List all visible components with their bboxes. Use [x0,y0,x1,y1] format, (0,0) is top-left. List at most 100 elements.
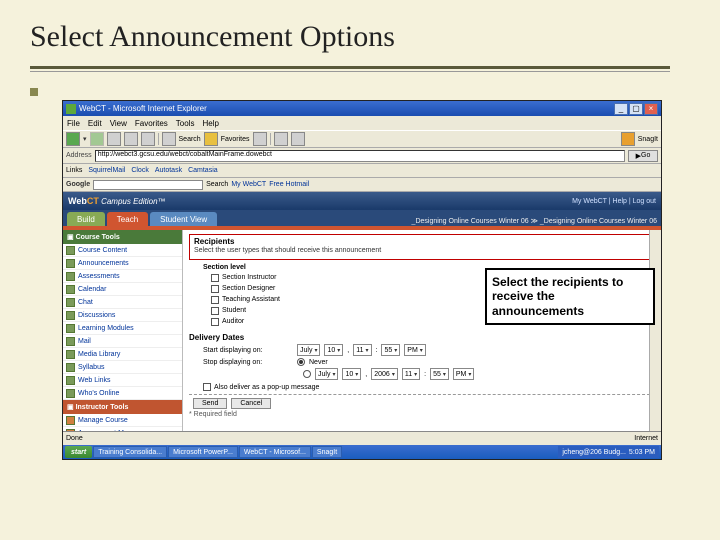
taskbar-item[interactable]: Microsoft PowerP... [168,446,238,458]
webct-header-links[interactable]: My WebCT | Help | Log out [572,198,656,205]
sidebar-item-course-content[interactable]: Course Content [63,244,182,257]
browser-statusbar: DoneInternet [63,431,661,445]
checkbox-popup[interactable] [203,383,211,391]
start-min-select[interactable]: 55 [381,344,400,356]
radio-on-date[interactable] [303,370,311,378]
assess-icon [66,272,75,281]
close-button[interactable]: × [644,103,658,115]
sidebar-item-web-links[interactable]: Web Links [63,374,182,387]
stop-date-row-2: July 10, 2006 11: 55 PM [303,368,655,380]
go-button[interactable]: ▶ Go [628,150,658,162]
link-item[interactable]: Autotask [155,167,182,174]
menu-edit[interactable]: Edit [88,119,102,128]
maximize-button[interactable]: ▢ [629,103,643,115]
sidebar-item-assessment-manager[interactable]: Assessment Manager [63,427,182,431]
tab-teach[interactable]: Teach [107,212,148,226]
taskbar-item[interactable]: SnagIt [312,446,342,458]
checkbox-auditor[interactable] [211,318,219,326]
start-day-select[interactable]: 10 [324,344,343,356]
taskbar-item[interactable]: WebCT - Microsof... [239,446,311,458]
stop-button[interactable] [107,132,121,146]
popup-row: Also deliver as a pop-up message [203,383,655,391]
assessmgr-icon [66,429,75,432]
link-item[interactable]: Clock [131,167,149,174]
tab-student-view[interactable]: Student View [150,212,217,226]
stop-ampm-select[interactable]: PM [453,368,475,380]
breadcrumb: _Designing Online Courses Winter 06 ≫ _D… [412,217,657,225]
sidebar-item-syllabus[interactable]: Syllabus [63,361,182,374]
menu-file[interactable]: File [67,119,80,128]
refresh-button[interactable] [124,132,138,146]
stop-hour-select[interactable]: 11 [402,368,420,380]
address-bar: Address http://webct3.gcsu.edu/webct/cob… [63,148,661,164]
google-action[interactable]: Search [206,181,228,188]
webct-header: WebCT Campus Edition™ My WebCT | Help | … [63,192,661,210]
sidebar-item-mail[interactable]: Mail [63,335,182,348]
address-input[interactable]: http://webct3.gcsu.edu/webct/cobaltMainF… [95,150,625,162]
mail-button[interactable] [274,132,288,146]
clock: 5:03 PM [629,449,655,456]
cancel-button[interactable]: Cancel [231,398,271,409]
role-label: Section Designer [222,285,275,292]
menu-view[interactable]: View [110,119,127,128]
checkbox-section-instructor[interactable] [211,274,219,282]
sidebar-item-media-library[interactable]: Media Library [63,348,182,361]
search-button[interactable] [162,132,176,146]
sidebar-item-whos-online[interactable]: Who's Online [63,387,182,400]
google-action[interactable]: My WebCT [231,181,266,188]
google-search-input[interactable] [93,180,203,190]
instruction-callout: Select the recipients to receive the ann… [485,268,655,325]
title-underline2 [30,71,670,72]
sidebar-item-learning-modules[interactable]: Learning Modules [63,322,182,335]
vertical-scrollbar[interactable] [649,230,661,431]
sidebar-item-manage-course[interactable]: Manage Course [63,414,182,427]
mail-icon [66,337,75,346]
stop-month-select[interactable]: July [315,368,338,380]
calendar-icon [66,285,75,294]
start-month-select[interactable]: July [297,344,320,356]
ie-icon [66,104,76,114]
minimize-button[interactable]: _ [614,103,628,115]
start-hour-select[interactable]: 11 [353,344,371,356]
checkbox-student[interactable] [211,307,219,315]
sidebar-item-discussions[interactable]: Discussions [63,309,182,322]
online-icon [66,389,75,398]
folder-icon [66,246,75,255]
window-titlebar: WebCT - Microsoft Internet Explorer _ ▢ … [63,101,661,116]
send-button[interactable]: Send [193,398,227,409]
start-ampm-select[interactable]: PM [404,344,426,356]
back-button[interactable] [66,132,80,146]
recipients-title: Recipients [194,237,650,246]
history-button[interactable] [253,132,267,146]
title-underline [30,66,670,69]
menu-favorites[interactable]: Favorites [135,119,168,128]
sidebar-item-announcements[interactable]: Announcements [63,257,182,270]
google-action[interactable]: Free Hotmail [269,181,309,188]
stop-min-select[interactable]: 55 [430,368,449,380]
checkbox-teaching-assistant[interactable] [211,296,219,304]
tab-build[interactable]: Build [67,212,105,226]
sidebar-item-assessments[interactable]: Assessments [63,270,182,283]
snagit-button[interactable] [621,132,635,146]
stop-day-select[interactable]: 10 [342,368,361,380]
start-button[interactable]: start [65,446,92,458]
manage-icon [66,416,75,425]
favorites-button[interactable] [204,132,218,146]
syllabus-icon [66,363,75,372]
stop-year-select[interactable]: 2006 [371,368,398,380]
radio-never[interactable] [297,358,305,366]
taskbar-item[interactable]: Training Consolida... [93,446,167,458]
print-button[interactable] [291,132,305,146]
forward-button[interactable] [90,132,104,146]
system-tray[interactable]: jcheng@206 Budg... 5:03 PM [558,446,659,458]
checkbox-section-designer[interactable] [211,285,219,293]
sidebar-item-calendar[interactable]: Calendar [63,283,182,296]
home-button[interactable] [141,132,155,146]
sidebar-item-chat[interactable]: Chat [63,296,182,309]
menu-help[interactable]: Help [202,119,218,128]
link-item[interactable]: Camtasia [188,167,218,174]
popup-label: Also deliver as a pop-up message [214,384,319,391]
menu-tools[interactable]: Tools [176,119,195,128]
link-item[interactable]: SquirrelMail [88,167,125,174]
windows-taskbar: start Training Consolida... Microsoft Po… [63,445,661,459]
